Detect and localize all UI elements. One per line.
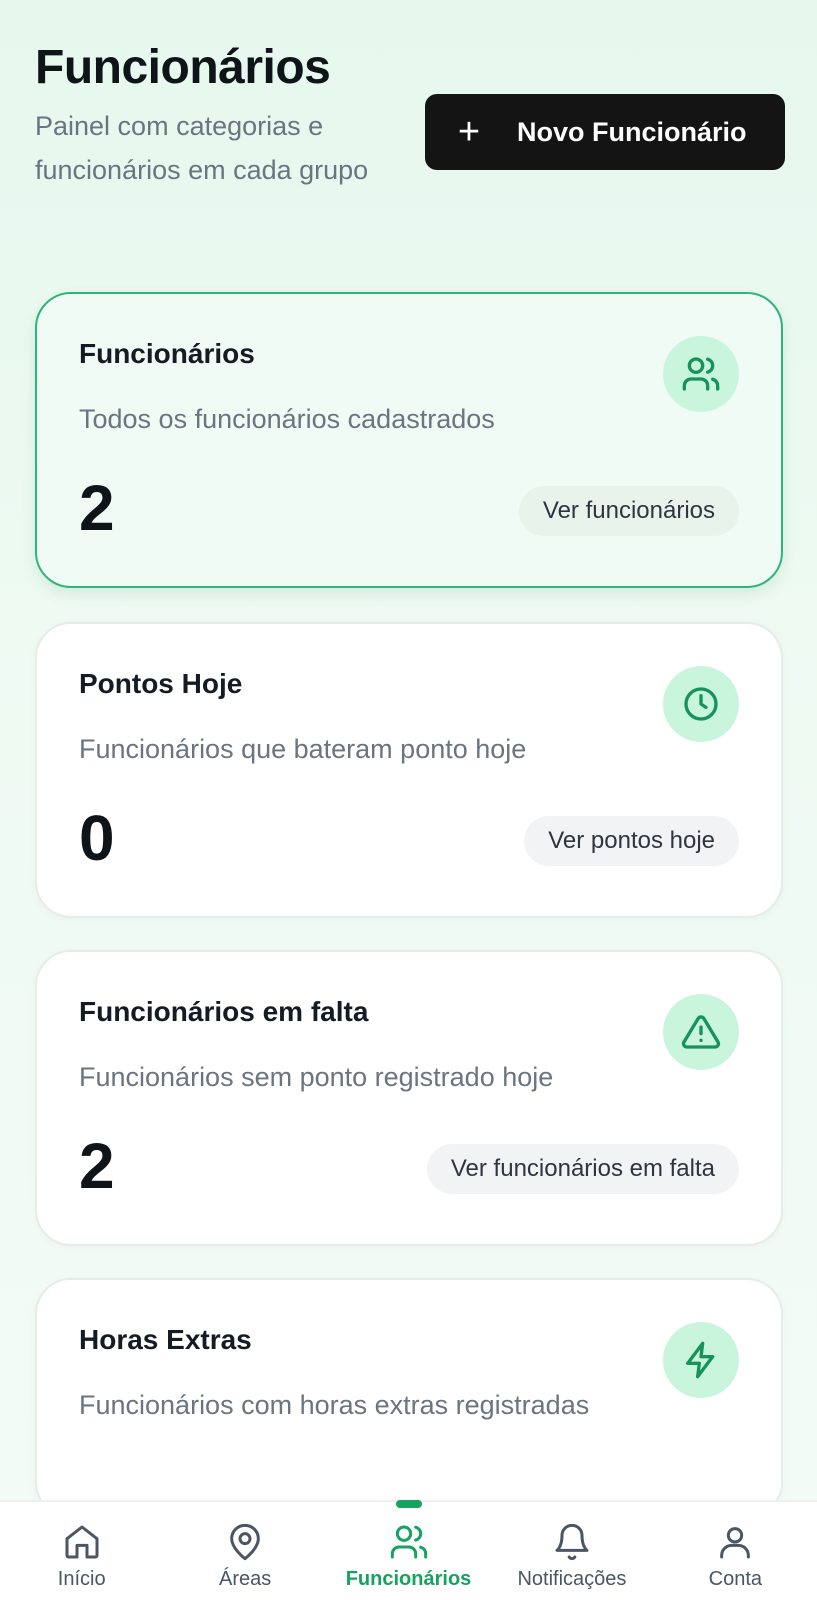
card-description: Todos os funcionários cadastrados <box>79 404 495 434</box>
nav-item-account[interactable]: Conta <box>654 1502 817 1600</box>
nav-item-home[interactable]: Início <box>0 1502 163 1600</box>
bottom-navigation: Início Áreas Funcionários Notificações C… <box>0 1500 817 1600</box>
users-icon <box>390 1525 427 1559</box>
map-pin-icon <box>230 1523 260 1561</box>
card-absent-employees[interactable]: Funcionários em falta Funcionários sem p… <box>35 950 783 1246</box>
card-title: Funcionários <box>79 338 255 369</box>
nav-label: Início <box>57 1568 106 1590</box>
nav-item-areas[interactable]: Áreas <box>163 1502 326 1600</box>
page-subtitle: Painel com categorias e funcionários em … <box>35 111 369 185</box>
active-indicator <box>395 1500 422 1508</box>
alert-triangle-icon <box>663 994 739 1070</box>
nav-label: Notificações <box>517 1568 627 1590</box>
card-description: Funcionários que bateram ponto hoje <box>79 734 527 764</box>
card-title: Pontos Hoje <box>79 668 243 699</box>
home-icon <box>65 1525 99 1559</box>
user-icon <box>720 1527 751 1559</box>
card-punches-today[interactable]: Pontos Hoje Funcionários que bateram pon… <box>35 622 783 918</box>
card-title: Horas Extras <box>79 1324 252 1355</box>
view-punches-today-button[interactable]: Ver pontos hoje <box>524 816 739 866</box>
card-count: 0 <box>79 802 115 874</box>
card-overtime[interactable]: Horas Extras Funcionários com horas extr… <box>35 1278 783 1518</box>
nav-label: Conta <box>708 1568 763 1590</box>
card-description: Funcionários sem ponto registrado hoje <box>79 1062 554 1092</box>
zap-icon <box>663 1322 739 1398</box>
view-absent-employees-button[interactable]: Ver funcionários em falta <box>426 1144 739 1194</box>
card-employees[interactable]: Funcionários Todos os funcionários cadas… <box>35 292 783 588</box>
clock-icon <box>663 666 739 742</box>
nav-label: Funcionários <box>345 1568 472 1590</box>
plus-icon: + <box>457 111 481 153</box>
new-employee-button-label: Novo Funcionário <box>517 116 747 147</box>
page-header: Funcionários Painel com categorias e fun… <box>35 40 785 240</box>
nav-item-employees[interactable]: Funcionários <box>327 1500 490 1600</box>
card-count: 2 <box>79 472 115 544</box>
bell-icon <box>555 1523 589 1561</box>
new-employee-button[interactable]: + Novo Funcionário <box>425 94 785 170</box>
card-description: Funcionários com horas extras registrada… <box>79 1390 590 1420</box>
card-title: Funcionários em falta <box>79 996 369 1027</box>
view-employees-button[interactable]: Ver funcionários <box>518 486 739 536</box>
nav-item-notifications[interactable]: Notificações <box>490 1502 653 1600</box>
card-count: 2 <box>79 1130 115 1202</box>
nav-label: Áreas <box>218 1568 272 1590</box>
page-title: Funcionários <box>35 41 331 94</box>
users-icon <box>663 336 739 412</box>
